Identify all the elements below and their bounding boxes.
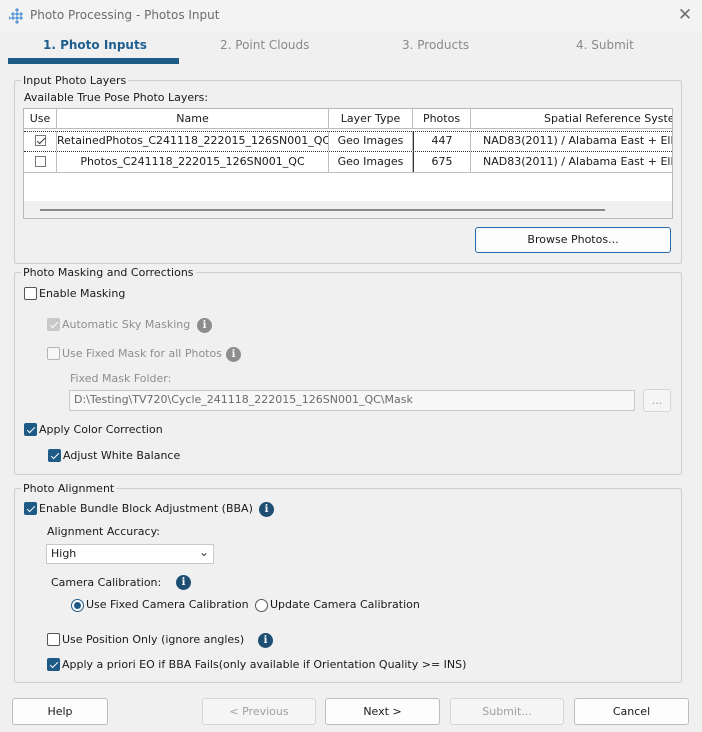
step-point-clouds[interactable]: 2. Point Clouds	[220, 38, 309, 52]
photo-layers-table: Use Name Layer Type Photos Spatial Refer…	[23, 108, 673, 219]
column-header-use[interactable]: Use	[24, 109, 57, 129]
enable-bba-label[interactable]: Enable Bundle Block Adjustment (BBA)	[39, 502, 253, 515]
row-srs: NAD83(2011) / Alabama East + Ellipsoid	[483, 134, 672, 147]
apply-color-correction-label[interactable]: Apply Color Correction	[39, 423, 163, 436]
row-layer-type: Geo Images	[329, 152, 413, 172]
column-header-name[interactable]: Name	[57, 109, 329, 129]
info-icon[interactable]: i	[176, 575, 191, 590]
info-icon[interactable]: i	[226, 347, 241, 362]
apriori-eo-label[interactable]: Apply a priori EO if BBA Fails(only avai…	[62, 658, 466, 671]
fixed-mask-folder-input[interactable]: D:\Testing\TV720\Cycle_241118_222015_126…	[69, 390, 635, 411]
row-photos: 447	[413, 131, 471, 151]
automatic-sky-masking-checkbox[interactable]	[47, 318, 60, 331]
step-photo-inputs[interactable]: 1. Photo Inputs	[43, 38, 147, 52]
previous-button[interactable]: < Previous	[202, 698, 316, 725]
close-icon[interactable]: ✕	[672, 4, 698, 28]
chevron-down-icon[interactable]: ⌄	[199, 544, 209, 560]
enable-bba-checkbox[interactable]	[24, 502, 37, 515]
use-fixed-calibration-radio[interactable]	[71, 599, 84, 612]
fixed-mask-label[interactable]: Use Fixed Mask for all Photos	[62, 347, 222, 360]
position-only-label[interactable]: Use Position Only (ignore angles)	[62, 633, 244, 646]
window-title: Photo Processing - Photos Input	[30, 8, 220, 22]
photo-masking-title: Photo Masking and Corrections	[21, 266, 196, 279]
column-header-layer-type[interactable]: Layer Type	[329, 109, 413, 129]
next-button[interactable]: Next >	[325, 698, 440, 725]
alignment-accuracy-value: High	[51, 547, 77, 560]
row-focus-line-top	[24, 131, 672, 132]
input-photo-layers-title: Input Photo Layers	[21, 74, 129, 87]
submit-button[interactable]: Submit...	[450, 698, 564, 725]
available-layers-label: Available True Pose Photo Layers:	[24, 91, 209, 104]
use-fixed-calibration-label[interactable]: Use Fixed Camera Calibration	[86, 598, 249, 611]
row-layer-type: Geo Images	[329, 131, 413, 151]
row-name: Photos_C241118_222015_126SN001_QC	[57, 152, 329, 172]
adjust-white-balance-label[interactable]: Adjust White Balance	[63, 449, 180, 462]
horizontal-scrollbar-thumb[interactable]	[40, 209, 605, 211]
fixed-mask-folder-label: Fixed Mask Folder:	[70, 372, 172, 385]
cancel-button[interactable]: Cancel	[574, 698, 689, 725]
step-products[interactable]: 3. Products	[402, 38, 469, 52]
apply-color-correction-checkbox[interactable]	[24, 423, 37, 436]
row-use-checkbox[interactable]	[34, 134, 46, 146]
row-divider	[24, 172, 672, 173]
browse-photos-button[interactable]: Browse Photos...	[475, 227, 671, 253]
fixed-mask-checkbox[interactable]	[47, 347, 60, 360]
step-submit[interactable]: 4. Submit	[576, 38, 634, 52]
update-calibration-label[interactable]: Update Camera Calibration	[270, 598, 420, 611]
row-name: RetainedPhotos_C241118_222015_126SN001_Q…	[57, 131, 329, 151]
row-photos: 675	[413, 152, 471, 172]
adjust-white-balance-checkbox[interactable]	[48, 449, 61, 462]
alignment-accuracy-label: Alignment Accuracy:	[47, 525, 160, 538]
update-calibration-radio[interactable]	[255, 599, 268, 612]
column-header-srs[interactable]: Spatial Reference System	[471, 109, 672, 129]
automatic-sky-masking-label[interactable]: Automatic Sky Masking	[62, 318, 190, 331]
enable-masking-label[interactable]: Enable Masking	[39, 287, 125, 300]
browse-mask-folder-button[interactable]: ...	[643, 389, 671, 412]
column-header-photos[interactable]: Photos	[413, 109, 471, 129]
apriori-eo-checkbox[interactable]	[47, 658, 60, 671]
photo-alignment-title: Photo Alignment	[21, 482, 117, 495]
camera-calibration-label: Camera Calibration:	[51, 576, 162, 589]
position-only-checkbox[interactable]	[47, 633, 60, 646]
info-icon[interactable]: i	[259, 502, 274, 517]
enable-masking-checkbox[interactable]	[24, 287, 37, 300]
alignment-accuracy-select[interactable]: High	[46, 544, 214, 564]
info-icon[interactable]: i	[197, 318, 212, 333]
help-button[interactable]: Help	[12, 698, 108, 725]
active-step-indicator	[8, 58, 179, 64]
app-logo-icon	[9, 8, 24, 24]
row-use-checkbox[interactable]	[34, 155, 46, 167]
info-icon[interactable]: i	[258, 633, 273, 648]
row-srs: NAD83(2011) / Alabama East + Ellipsoid	[483, 155, 672, 168]
